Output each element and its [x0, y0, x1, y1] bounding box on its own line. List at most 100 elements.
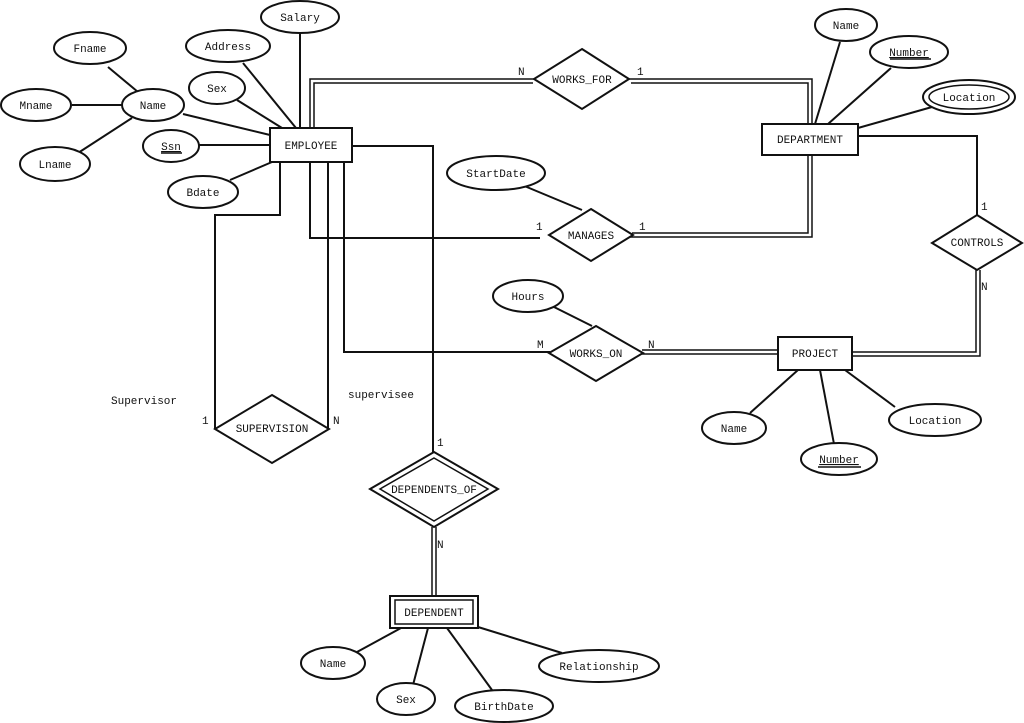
- er-diagram-svg: EMPLOYEE DEPARTMENT PROJECT DEPENDENT WO…: [0, 0, 1024, 723]
- attribute-dept-location-multivalued[interactable]: Location: [922, 79, 1016, 115]
- line-employee-worksfor-a: [309, 78, 536, 128]
- entity-label: PROJECT: [792, 349, 839, 361]
- attribute-label: Salary: [280, 13, 320, 25]
- attribute-mname[interactable]: Mname: [0, 88, 72, 122]
- attribute-dep-name[interactable]: Name: [300, 646, 366, 680]
- attribute-proj-number-key[interactable]: Number: [800, 442, 878, 476]
- attribute-label: Name: [721, 424, 747, 436]
- cardinality-works-on-employee: M: [537, 340, 544, 352]
- line-dlocation-department: [857, 106, 933, 129]
- attribute-label: Lname: [38, 160, 71, 172]
- attribute-dep-birthdate[interactable]: BirthDate: [454, 689, 554, 723]
- line-employee-workson: [343, 162, 550, 353]
- line-dnumber-department: [827, 67, 892, 125]
- attribute-ssn-key[interactable]: Ssn: [142, 129, 200, 163]
- attribute-dept-name[interactable]: Name: [814, 8, 878, 42]
- attribute-label: Ssn: [161, 142, 181, 154]
- line-controls-project-a: [852, 270, 977, 353]
- attribute-label: Fname: [73, 44, 106, 56]
- cardinality-works-for-employee: N: [518, 67, 525, 79]
- attribute-label: Name: [140, 101, 166, 113]
- entity-label: DEPARTMENT: [777, 135, 843, 147]
- relationship-label: WORKS_ON: [570, 349, 623, 361]
- cardinality-manages-department: 1: [639, 222, 646, 234]
- attribute-label: Sex: [207, 84, 227, 96]
- cardinality-works-for-department: 1: [637, 67, 644, 79]
- attribute-label: Address: [205, 42, 251, 54]
- relationship-dependents-of-identifying[interactable]: DEPENDENTS_OF: [368, 450, 500, 529]
- line-hours-workson: [551, 305, 593, 327]
- attribute-label: Sex: [396, 695, 416, 707]
- cardinality-dependents-of-dependent: N: [437, 540, 444, 552]
- line-plocation-project: [844, 369, 896, 408]
- cardinality-works-on-project: N: [648, 340, 655, 352]
- relationship-works-on[interactable]: WORKS_ON: [547, 324, 645, 383]
- attribute-label: Mname: [19, 101, 52, 113]
- line-controls-project-b: [852, 270, 981, 357]
- cardinality-supervision-supervisor: 1: [202, 416, 209, 428]
- line-employee-dependentsof: [352, 145, 434, 453]
- cardinality-controls-department: 1: [981, 202, 988, 214]
- cardinality-dependents-of-employee: 1: [437, 438, 444, 450]
- cardinality-supervision-supervisee: N: [333, 416, 340, 428]
- attribute-proj-name[interactable]: Name: [701, 411, 767, 445]
- line-depbirthdate-dependent: [446, 627, 493, 691]
- line-lname-name: [77, 117, 133, 154]
- attribute-dep-relationship[interactable]: Relationship: [538, 649, 660, 683]
- attribute-bdate[interactable]: Bdate: [167, 175, 239, 209]
- attribute-label: Hours: [511, 292, 544, 304]
- line-dname-department: [814, 41, 841, 125]
- line-startdate-manages: [521, 184, 583, 211]
- cardinality-manages-employee: 1: [536, 222, 543, 234]
- attribute-salary[interactable]: Salary: [260, 0, 340, 34]
- attribute-address[interactable]: Address: [185, 29, 271, 63]
- line-department-controls: [858, 135, 978, 215]
- attribute-name-composite[interactable]: Name: [121, 88, 185, 122]
- relationship-works-for[interactable]: WORKS_FOR: [532, 47, 631, 111]
- line-depname-dependent: [356, 627, 402, 653]
- entity-dependent-weak[interactable]: DEPENDENT: [389, 595, 479, 629]
- entity-label: DEPENDENT: [404, 608, 464, 620]
- attribute-label: Bdate: [186, 188, 219, 200]
- line-depsex-dependent: [412, 627, 429, 686]
- attribute-label: Location: [909, 416, 962, 428]
- attribute-label: Number: [819, 455, 859, 467]
- attribute-label: Location: [943, 93, 996, 105]
- line-pnumber-project: [819, 369, 835, 445]
- relationship-label: SUPERVISION: [236, 424, 309, 436]
- role-label-supervisee: supervisee: [348, 390, 414, 402]
- line-manages-department-b: [630, 155, 813, 238]
- attribute-startdate[interactable]: StartDate: [446, 155, 546, 191]
- line-pname-project: [749, 369, 799, 414]
- entity-department[interactable]: DEPARTMENT: [761, 123, 859, 156]
- relationship-label: DEPENDENTS_OF: [391, 485, 477, 497]
- attribute-label: StartDate: [466, 169, 525, 181]
- er-diagram: EMPLOYEE DEPARTMENT PROJECT DEPENDENT WO…: [0, 0, 1024, 723]
- attribute-label: BirthDate: [474, 702, 533, 714]
- line-sex-employee: [236, 99, 283, 129]
- attribute-label: Name: [833, 21, 859, 33]
- line-worksfor-department-a: [628, 78, 813, 124]
- line-bdate-employee: [229, 161, 273, 181]
- line-fname-name: [107, 66, 139, 93]
- relationship-manages[interactable]: MANAGES: [547, 207, 635, 263]
- relationship-controls[interactable]: CONTROLS: [930, 213, 1024, 272]
- relationship-supervision[interactable]: SUPERVISION: [213, 393, 331, 465]
- relationship-label: CONTROLS: [951, 238, 1004, 250]
- attribute-dept-number-key[interactable]: Number: [869, 35, 949, 69]
- attribute-label: Relationship: [559, 662, 638, 674]
- line-manages-department-a: [632, 155, 809, 234]
- attribute-fname[interactable]: Fname: [53, 31, 127, 65]
- line-worksfor-department-b: [631, 82, 809, 124]
- attribute-hours[interactable]: Hours: [492, 279, 564, 313]
- attribute-label: Number: [889, 48, 929, 60]
- entity-employee[interactable]: EMPLOYEE: [269, 127, 353, 163]
- attribute-lname[interactable]: Lname: [19, 146, 91, 182]
- attribute-emp-sex[interactable]: Sex: [188, 71, 246, 105]
- cardinality-controls-project: N: [981, 282, 988, 294]
- attribute-proj-location[interactable]: Location: [888, 403, 982, 437]
- attribute-dep-sex[interactable]: Sex: [376, 682, 436, 716]
- entity-project[interactable]: PROJECT: [777, 336, 853, 371]
- relationship-label: WORKS_FOR: [552, 75, 612, 87]
- attribute-label: Name: [320, 659, 346, 671]
